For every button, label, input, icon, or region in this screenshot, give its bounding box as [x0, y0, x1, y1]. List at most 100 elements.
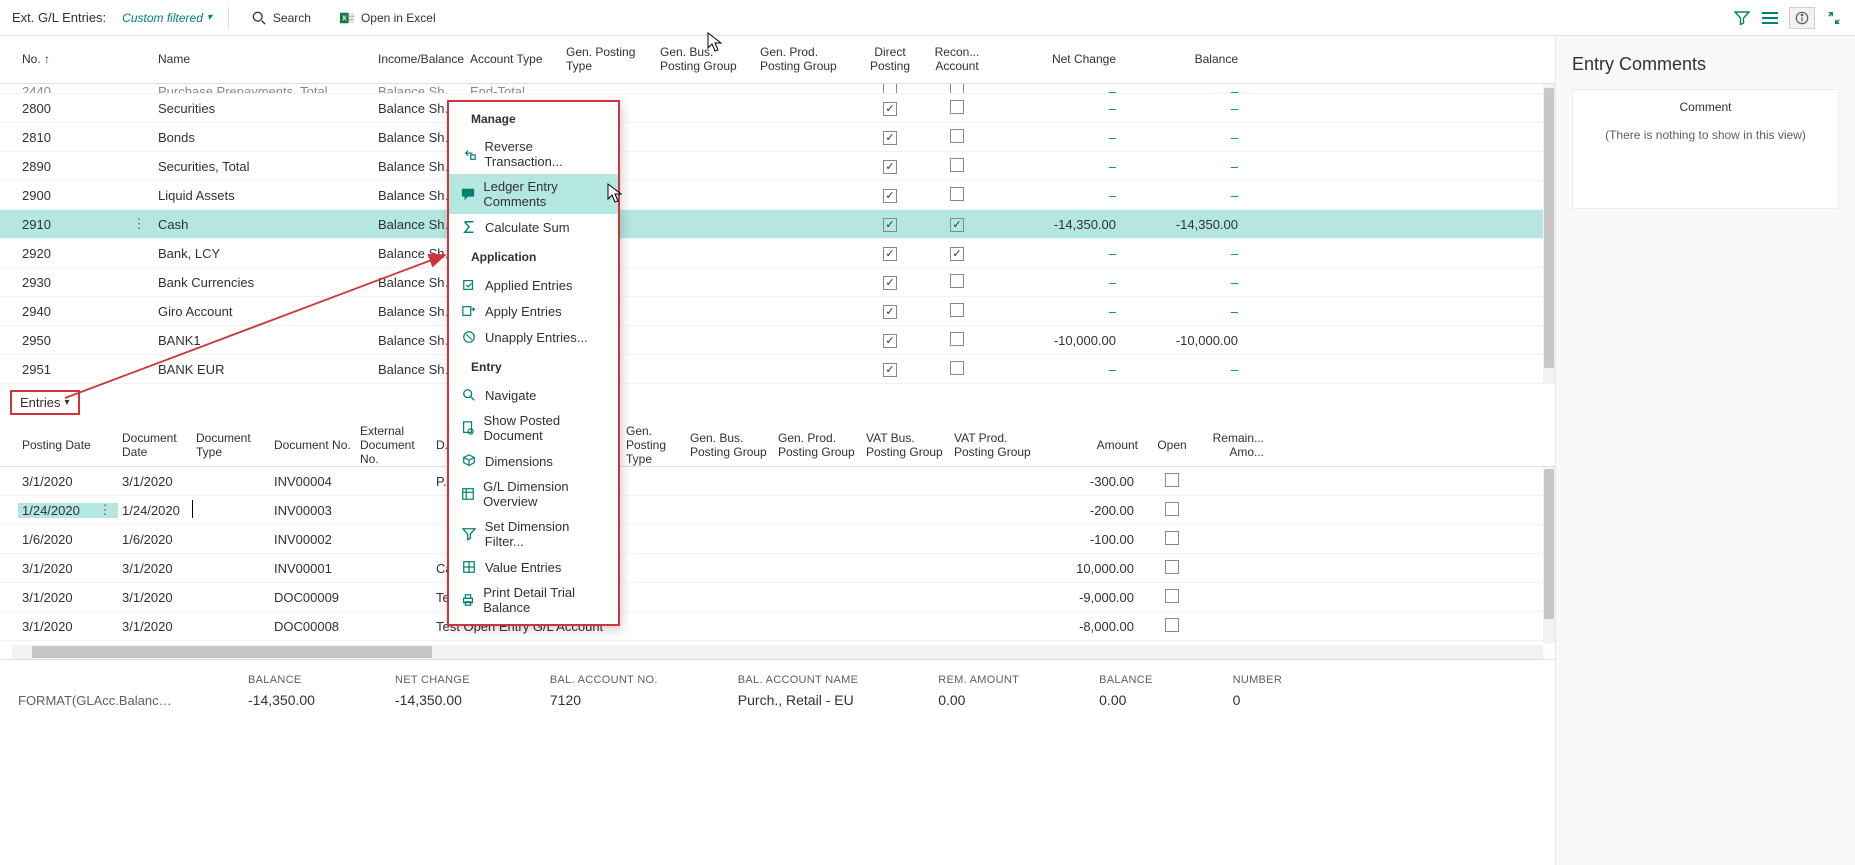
- list-view-icon[interactable]: [1761, 9, 1779, 27]
- menu-item-dimensions[interactable]: Dimensions: [449, 448, 618, 474]
- col-document-type[interactable]: Document Type: [192, 428, 270, 464]
- col-balance[interactable]: Balance: [1124, 47, 1246, 73]
- entry-row[interactable]: 3/1/20203/1/2020INV00001Cash10,000.00: [0, 554, 1555, 583]
- gl-account-row[interactable]: 2800SecuritiesBalance Sheet––: [0, 94, 1555, 123]
- entry-row[interactable]: 3/1/20203/1/2020DOC00008Test Open Entry …: [0, 612, 1555, 641]
- gl-account-row[interactable]: 2900Liquid AssetsBalance Sheet––: [0, 181, 1555, 210]
- gl-account-row[interactable]: 2440Purchase Prepayments, TotalBalance S…: [0, 84, 1555, 94]
- search-button[interactable]: Search: [245, 6, 317, 30]
- checkbox[interactable]: [883, 334, 897, 348]
- checkbox[interactable]: [883, 218, 897, 232]
- menu-item-ledger-entry-comments[interactable]: Ledger Entry Comments: [449, 174, 618, 214]
- checkbox[interactable]: [883, 276, 897, 290]
- checkbox[interactable]: [883, 247, 897, 261]
- col-income-balance[interactable]: Income/Balance: [374, 47, 466, 73]
- checkbox[interactable]: [1165, 502, 1179, 516]
- menu-item-show-posted-document[interactable]: Show Posted Document: [449, 408, 618, 448]
- checkbox[interactable]: [883, 160, 897, 174]
- entry-row[interactable]: 1/6/20201/6/2020INV00002-100.00: [0, 525, 1555, 554]
- col-gen-posting-type-b[interactable]: Gen. Posting Type: [622, 421, 686, 470]
- col-remaining[interactable]: Remain... Amo...: [1202, 428, 1268, 464]
- row-actions-button[interactable]: ⋮: [130, 215, 148, 233]
- scroll-thumb[interactable]: [1544, 88, 1554, 368]
- col-gen-bus-group[interactable]: Gen. Bus. Posting Group: [656, 40, 756, 80]
- checkbox[interactable]: [883, 131, 897, 145]
- gl-account-row[interactable]: 2920Bank, LCYBalance Sheet––: [0, 239, 1555, 268]
- gl-account-row[interactable]: 2810BondsBalance Sheet––: [0, 123, 1555, 152]
- hscroll-thumb[interactable]: [32, 646, 432, 658]
- col-gen-prod-group-b[interactable]: Gen. Prod. Posting Group: [774, 428, 862, 464]
- menu-item-g-l-dimension-overview[interactable]: G/L Dimension Overview: [449, 474, 618, 514]
- menu-item-navigate[interactable]: Navigate: [449, 382, 618, 408]
- checkbox[interactable]: [883, 189, 897, 203]
- filter-dropdown[interactable]: Custom filtered ▾: [122, 11, 212, 25]
- checkbox[interactable]: [950, 100, 964, 114]
- checkbox[interactable]: [950, 361, 964, 375]
- collapse-factbox-icon[interactable]: [1825, 9, 1843, 27]
- menu-item-calculate-sum[interactable]: Calculate Sum: [449, 214, 618, 240]
- col-net-change[interactable]: Net Change: [994, 47, 1124, 73]
- open-in-excel-button[interactable]: X Open in Excel: [333, 6, 442, 30]
- scroll-thumb-b[interactable]: [1544, 469, 1554, 619]
- checkbox[interactable]: [1165, 560, 1179, 574]
- menu-item-set-dimension-filter[interactable]: Set Dimension Filter...: [449, 514, 618, 554]
- gl-account-row[interactable]: 2930Bank CurrenciesBalance Sheet––: [0, 268, 1555, 297]
- col-direct-posting[interactable]: Direct Posting: [860, 40, 920, 80]
- checkbox[interactable]: [1165, 531, 1179, 545]
- checkbox[interactable]: [950, 84, 964, 94]
- gl-account-row[interactable]: 2950BANK1Balance Sheet-10,000.00-10,000.…: [0, 326, 1555, 355]
- entries-dropdown-button[interactable]: Entries ▾: [10, 390, 80, 415]
- checkbox[interactable]: [950, 332, 964, 346]
- filter-pane-icon[interactable]: [1733, 9, 1751, 27]
- checkbox[interactable]: [883, 84, 897, 94]
- col-recon-account[interactable]: Recon... Account: [920, 40, 994, 80]
- entry-row[interactable]: 3/1/20203/1/2020DOC00009Test Open Entry …: [0, 583, 1555, 612]
- checkbox[interactable]: [883, 102, 897, 116]
- cell-posting-date: 3/1/2020: [18, 474, 118, 489]
- col-gen-bus-group-b[interactable]: Gen. Bus. Posting Group: [686, 428, 774, 464]
- col-amount[interactable]: Amount: [1042, 435, 1142, 457]
- col-posting-date[interactable]: Posting Date: [18, 435, 118, 457]
- checkbox[interactable]: [1165, 618, 1179, 632]
- col-no[interactable]: No. ↑: [18, 47, 154, 73]
- checkbox[interactable]: [1165, 589, 1179, 603]
- checkbox[interactable]: [950, 303, 964, 317]
- menu-item-print-detail-trial-balance[interactable]: Print Detail Trial Balance: [449, 580, 618, 620]
- vertical-scrollbar[interactable]: [1543, 84, 1555, 384]
- checkbox[interactable]: [950, 158, 964, 172]
- col-gen-prod-group[interactable]: Gen. Prod. Posting Group: [756, 40, 860, 80]
- checkbox[interactable]: [1165, 473, 1179, 487]
- menu-item-applied-entries[interactable]: Applied Entries: [449, 272, 618, 298]
- gl-account-row[interactable]: 2940Giro AccountBalance Sheet––: [0, 297, 1555, 326]
- checkbox[interactable]: [883, 363, 897, 377]
- col-external-doc-no[interactable]: External Document No.: [356, 421, 432, 470]
- gl-account-row[interactable]: 2910CashBalance Sheet-14,350.00-14,350.0…: [0, 210, 1555, 239]
- col-document-no[interactable]: Document No.: [270, 435, 356, 457]
- checkbox[interactable]: [883, 305, 897, 319]
- entry-row[interactable]: 3/1/20203/1/2020INV00004P...-300.00: [0, 467, 1555, 496]
- row-actions-button[interactable]: ⋮: [96, 501, 114, 519]
- col-open[interactable]: Open: [1142, 435, 1202, 457]
- checkbox[interactable]: [950, 187, 964, 201]
- col-vat-bus[interactable]: VAT Bus. Posting Group: [862, 428, 950, 464]
- col-document-date[interactable]: Document Date: [118, 428, 192, 464]
- menu-item-unapply-entries[interactable]: Unapply Entries...: [449, 324, 618, 350]
- vertical-scrollbar-b[interactable]: [1543, 467, 1555, 643]
- menu-item-apply-entries[interactable]: Apply Entries: [449, 298, 618, 324]
- checkbox[interactable]: [950, 247, 964, 261]
- col-gen-posting-type[interactable]: Gen. Posting Type: [562, 40, 656, 80]
- checkbox[interactable]: [950, 274, 964, 288]
- gl-account-row[interactable]: 2890Securities, TotalBalance Sheet––: [0, 152, 1555, 181]
- info-icon[interactable]: [1789, 7, 1815, 29]
- gl-account-row[interactable]: 2951BANK EURBalance Sheet––: [0, 355, 1555, 384]
- col-name[interactable]: Name: [154, 47, 374, 73]
- col-account-type[interactable]: Account Type: [466, 47, 562, 73]
- entry-row[interactable]: 1/24/20201/24/2020INV00003-200.00⋮: [0, 496, 1555, 525]
- checkbox[interactable]: [950, 129, 964, 143]
- col-vat-prod[interactable]: VAT Prod. Posting Group: [950, 428, 1042, 464]
- checkbox[interactable]: [950, 218, 964, 232]
- comments-column-header[interactable]: Comment: [1585, 100, 1826, 114]
- menu-item-value-entries[interactable]: Value Entries: [449, 554, 618, 580]
- horizontal-scrollbar[interactable]: [12, 645, 1543, 659]
- menu-item-reverse-transaction[interactable]: Reverse Transaction...: [449, 134, 618, 174]
